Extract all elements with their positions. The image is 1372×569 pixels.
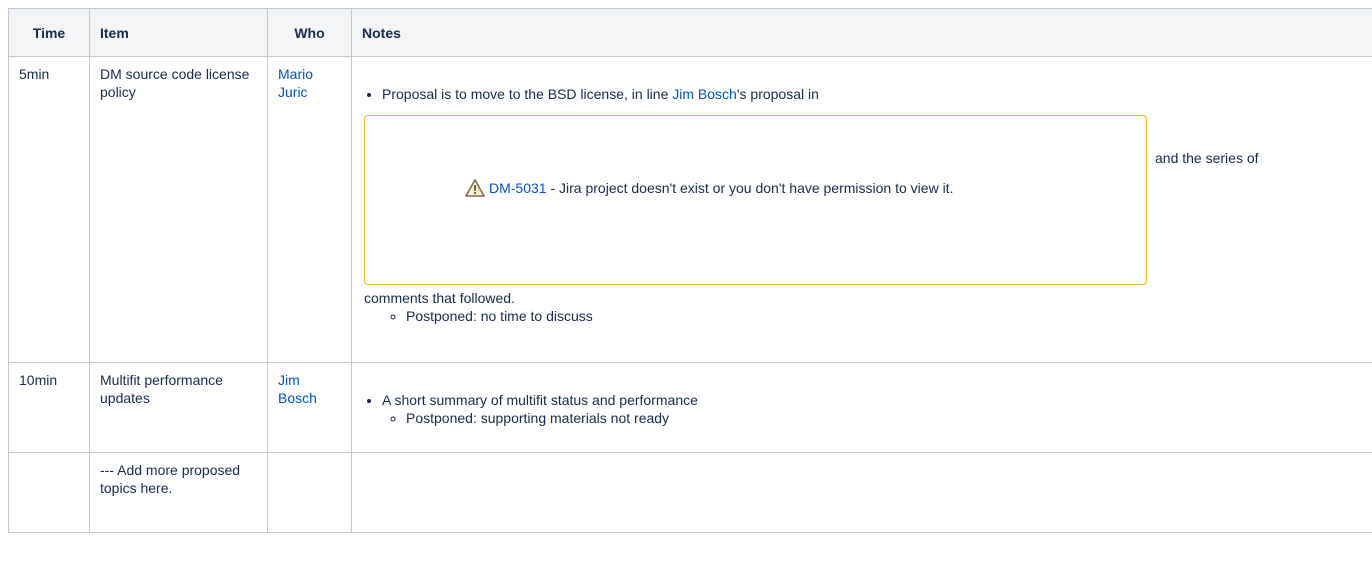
- col-header-time[interactable]: Time: [8, 8, 90, 57]
- table-header-row: Time Item Who Notes: [8, 8, 1372, 57]
- jira-issue-link[interactable]: DM-5031: [489, 180, 547, 196]
- col-header-item[interactable]: Item: [89, 8, 268, 57]
- agenda-table: Time Item Who Notes 5min DM source code …: [8, 8, 1372, 533]
- cell-time: 10min: [8, 362, 90, 453]
- note-text-after-box: and the series of: [1155, 150, 1259, 166]
- notes-list: A short summary of multifit status and p…: [362, 391, 1370, 427]
- sub-notes-list: Postponed: no time to discuss: [382, 307, 1370, 325]
- list-item: A short summary of multifit status and p…: [382, 391, 1370, 427]
- cell-who: [267, 452, 352, 533]
- col-header-notes[interactable]: Notes: [351, 8, 1372, 57]
- notes-list: Proposal is to move to the BSD license, …: [362, 85, 1370, 325]
- list-item: Postponed: supporting materials not read…: [406, 409, 1370, 427]
- sub-notes-list: Postponed: supporting materials not read…: [382, 409, 1370, 427]
- note-text: A short summary of multifit status and p…: [382, 392, 698, 408]
- user-link-mario-juric[interactable]: Mario Juric: [278, 66, 313, 100]
- cell-item: --- Add more proposed topics here.: [89, 452, 268, 533]
- cell-who: Mario Juric: [267, 56, 352, 363]
- user-link-jim-bosch[interactable]: Jim Bosch: [278, 372, 317, 406]
- note-continuation: comments that followed.: [364, 290, 515, 306]
- cell-notes: Proposal is to move to the BSD license, …: [351, 56, 1372, 363]
- cell-item: DM source code license policy: [89, 56, 268, 363]
- jira-embed-row: DM-5031 - Jira project doesn't exist or …: [364, 115, 1370, 285]
- note-text: Proposal is to move to the BSD license, …: [382, 86, 673, 102]
- list-item: Postponed: no time to discuss: [406, 307, 1370, 325]
- cell-notes: A short summary of multifit status and p…: [351, 362, 1372, 453]
- cell-notes: [351, 452, 1372, 533]
- note-text-suffix: 's proposal in: [736, 86, 819, 102]
- jira-issue-content: DM-5031 - Jira project doesn't exist or …: [465, 169, 1035, 211]
- jira-error-message: - Jira project doesn't exist or you don'…: [546, 180, 954, 196]
- table-row: 5min DM source code license policy Mario…: [8, 56, 1372, 363]
- table-row: --- Add more proposed topics here.: [8, 452, 1372, 533]
- cell-who: Jim Bosch: [267, 362, 352, 453]
- jira-issue-macro: DM-5031 - Jira project doesn't exist or …: [364, 115, 1147, 285]
- cell-item: Multifit performance updates: [89, 362, 268, 453]
- cell-time: [8, 452, 90, 533]
- user-link-jim-bosch[interactable]: Jim Bosch: [672, 86, 737, 102]
- table-row: 10min Multifit performance updates Jim B…: [8, 362, 1372, 453]
- col-header-who[interactable]: Who: [267, 8, 352, 57]
- list-item: Proposal is to move to the BSD license, …: [364, 85, 1370, 325]
- cell-time: 5min: [8, 56, 90, 363]
- warning-icon: [465, 173, 485, 211]
